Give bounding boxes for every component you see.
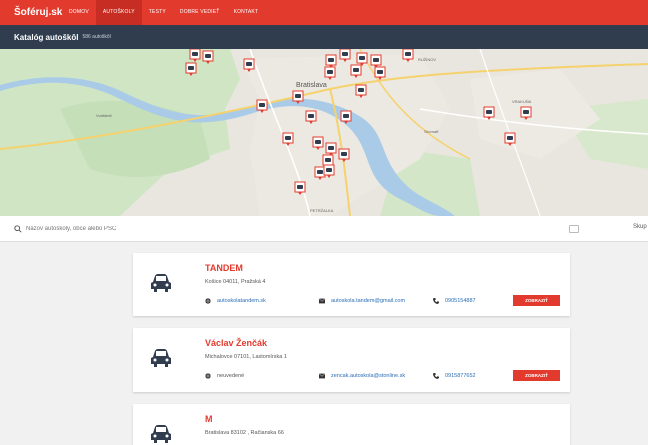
brand-logo[interactable]: Šoféruj.sk	[0, 7, 62, 18]
website-link[interactable]: autoskolatandem.sk	[205, 296, 266, 306]
top-navigation: Šoféruj.sk DOMOV AUTOŠKOLY TESTY DOBRE V…	[0, 0, 648, 25]
nav-item-domov[interactable]: DOMOV	[62, 0, 96, 25]
nav-item-dobre-vediet[interactable]: DOBRE VEDIEŤ	[173, 0, 227, 25]
search-input[interactable]	[26, 225, 566, 232]
nav-item-testy[interactable]: TESTY	[142, 0, 173, 25]
catalog-header: Katalóg autoškôl 586 autoškôl	[0, 25, 648, 49]
envelope-icon	[319, 298, 325, 304]
school-address: Michalovce 07101, Lastomírska 1	[205, 354, 287, 360]
email-link[interactable]: autoskola.tandem@gmail.com	[319, 296, 405, 306]
phone-link[interactable]: 0915877652	[433, 371, 476, 381]
search-icon	[14, 224, 22, 233]
phone-icon	[433, 298, 439, 304]
envelope-icon	[319, 373, 325, 379]
car-icon	[151, 274, 171, 292]
email-text: autoskola.tandem@gmail.com	[331, 298, 406, 304]
school-name[interactable]: Václav Ženčák	[205, 338, 267, 348]
page-title: Katalóg autoškôl	[14, 32, 79, 42]
school-name[interactable]: M	[205, 414, 213, 424]
school-card: M Bratislava 83102 , Račianska 66	[133, 404, 570, 445]
map-label-vrakuna: VRAKUŇA	[512, 99, 532, 104]
search-bar: Skup	[0, 216, 648, 242]
website-text-wrapper: neuvedené	[205, 371, 244, 381]
group-label[interactable]: Skup	[633, 224, 647, 230]
nav-item-autoskoly[interactable]: AUTOŠKOLY	[95, 0, 142, 25]
map-canvas[interactable]: Bratislava PETRŽALKA RUŽINOV VRAKUŇA Vod…	[0, 49, 648, 216]
view-profile-button[interactable]: ZOBRAZIŤ PROFIL	[513, 295, 560, 314]
email-link[interactable]: zencak.autoskola@stonline.sk	[319, 371, 405, 381]
car-icon	[151, 425, 171, 443]
phone-icon	[433, 373, 439, 379]
phone-link[interactable]: 0905154887	[433, 296, 476, 306]
globe-icon	[205, 298, 211, 304]
contact-row: autoskolatandem.sk autoskola.tandem@gmai…	[205, 295, 560, 314]
map-label-bratislava: Bratislava	[296, 82, 327, 89]
school-address: Košice 04011, Pražská 4	[205, 279, 266, 285]
map-label-slovnaft: Slovnaft	[424, 129, 439, 134]
school-card: Václav Ženčák Michalovce 07101, Lastomír…	[133, 328, 570, 392]
nav-menu: DOMOV AUTOŠKOLY TESTY DOBRE VEDIEŤ KONTA…	[62, 0, 265, 25]
website-text: autoskolatandem.sk	[217, 298, 266, 304]
car-icon	[151, 349, 171, 367]
phone-text: 0915877652	[445, 373, 476, 379]
map-label-vodstedt: Vodštedt	[96, 113, 112, 118]
view-profile-button[interactable]: ZOBRAZIŤ PROFIL	[513, 370, 560, 389]
phone-text: 0905154887	[445, 298, 476, 304]
nav-item-kontakt[interactable]: KONTAKT	[227, 0, 266, 25]
map-toggle-icon[interactable]	[569, 225, 579, 233]
school-name[interactable]: TANDEM	[205, 263, 243, 273]
email-text: zencak.autoskola@stonline.sk	[331, 373, 406, 379]
contact-row: neuvedené zencak.autoskola@stonline.sk 0…	[205, 370, 560, 389]
globe-icon	[205, 373, 211, 379]
school-address: Bratislava 83102 , Račianska 66	[205, 430, 284, 436]
map-label-petrzalka: PETRŽALKA	[310, 208, 334, 213]
map-label-ruzinov: RUŽINOV	[418, 57, 436, 62]
school-card: TANDEM Košice 04011, Pražská 4 autoskola…	[133, 253, 570, 316]
school-count: 586 autoškôl	[82, 34, 111, 40]
map-view[interactable]: Bratislava PETRŽALKA RUŽINOV VRAKUŇA Vod…	[0, 49, 648, 216]
website-text: neuvedené	[217, 373, 245, 379]
